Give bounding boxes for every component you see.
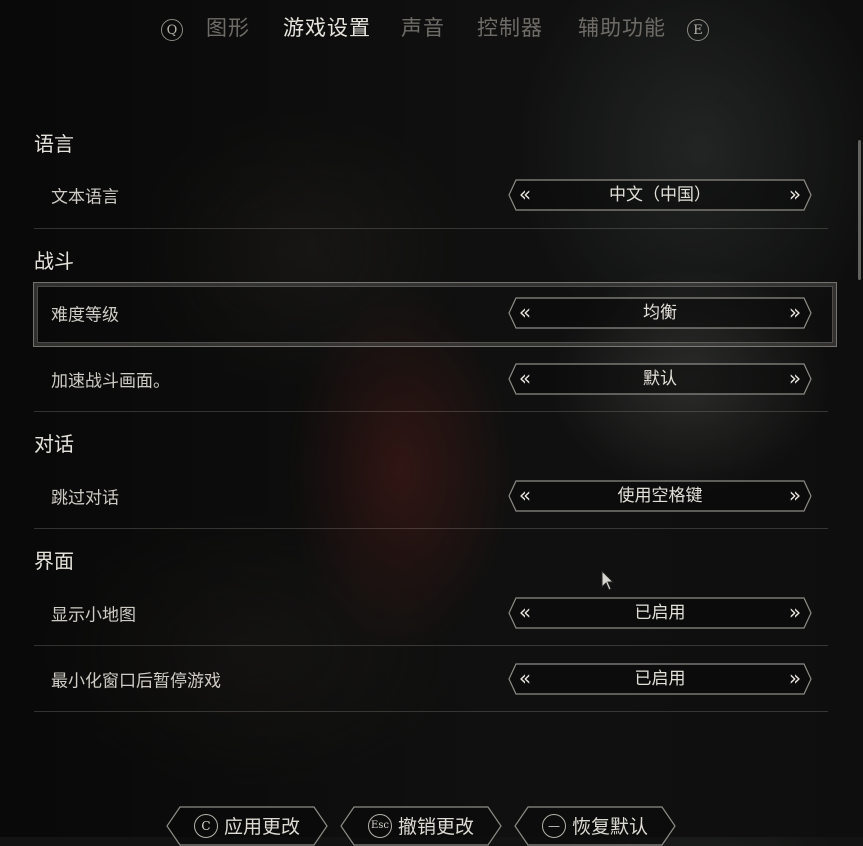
section-title-dialogue: 对话 [34, 432, 74, 456]
chevron-left-icon[interactable]: « [510, 297, 540, 329]
setting-label: 加速战斗画面。 [51, 371, 170, 392]
divider [34, 228, 828, 229]
pause-on-minimize-selector[interactable]: « 已启用 » [508, 663, 812, 695]
chevron-right-icon[interactable]: » [780, 363, 810, 395]
selector-value: 中文（中国） [609, 185, 711, 205]
tab-accessibility[interactable]: 辅助功能 [578, 12, 666, 42]
text-language-selector[interactable]: « 中文（中国） » [508, 179, 812, 211]
chevron-left-icon[interactable]: « [510, 480, 540, 512]
tab-graphics[interactable]: 图形 [206, 12, 250, 42]
combat-speed-selector[interactable]: « 默认 » [508, 363, 812, 395]
chevron-left-icon[interactable]: « [510, 363, 540, 395]
selector-value: 已启用 [634, 669, 686, 689]
setting-label: 难度等级 [51, 305, 119, 326]
minimap-selector[interactable]: « 已启用 » [508, 597, 812, 629]
divider [34, 411, 828, 412]
setting-label: 跳过对话 [51, 488, 119, 509]
settings-tab-bar: Q 图形 游戏设置 声音 控制器 辅助功能 E [0, 0, 863, 56]
setting-label: 最小化窗口后暂停游戏 [51, 671, 221, 692]
divider [34, 711, 828, 712]
minus-key-icon: — [541, 813, 566, 838]
setting-row-show-minimap[interactable]: 显示小地图 « 已启用 » [34, 580, 828, 646]
reset-defaults-label: 恢复默认 [571, 816, 648, 838]
esc-key-icon: Esc [367, 813, 392, 838]
tab-game-settings[interactable]: 游戏设置 [283, 12, 371, 42]
skip-dialogue-selector[interactable]: « 使用空格键 » [508, 480, 812, 512]
section-title-interface: 界面 [34, 549, 74, 573]
selector-value: 均衡 [643, 303, 677, 323]
revert-changes-button[interactable]: Esc 撤销更改 [340, 806, 502, 846]
selector-value: 使用空格键 [617, 486, 703, 506]
chevron-right-icon[interactable]: » [780, 297, 810, 329]
chevron-left-icon[interactable]: « [510, 179, 540, 211]
scrollbar[interactable] [858, 140, 861, 280]
chevron-right-icon[interactable]: » [780, 597, 810, 629]
revert-changes-label: 撤销更改 [397, 816, 474, 838]
apply-changes-label: 应用更改 [223, 816, 300, 838]
setting-row-text-language[interactable]: 文本语言 « 中文（中国） » [34, 162, 828, 228]
selector-value: 默认 [643, 369, 677, 389]
next-tab-key-icon[interactable]: E [687, 19, 709, 41]
tab-sound[interactable]: 声音 [401, 12, 445, 42]
setting-row-speed-up-combat[interactable]: 加速战斗画面。 « 默认 » [34, 346, 828, 412]
section-title-combat: 战斗 [34, 249, 74, 273]
prev-tab-key-icon[interactable]: Q [161, 19, 183, 41]
section-title-language: 语言 [34, 132, 74, 156]
setting-label: 文本语言 [51, 187, 119, 208]
difficulty-selector[interactable]: « 均衡 » [508, 297, 812, 329]
chevron-right-icon[interactable]: » [780, 179, 810, 211]
mouse-cursor-icon [601, 570, 615, 591]
chevron-left-icon[interactable]: « [510, 597, 540, 629]
tab-controller[interactable]: 控制器 [477, 12, 543, 42]
selector-value: 已启用 [634, 603, 686, 623]
chevron-left-icon[interactable]: « [510, 663, 540, 695]
chevron-right-icon[interactable]: » [780, 480, 810, 512]
c-key-icon: C [193, 813, 218, 838]
reset-defaults-button[interactable]: — 恢复默认 [514, 806, 676, 846]
chevron-right-icon[interactable]: » [780, 663, 810, 695]
setting-row-pause-on-minimize[interactable]: 最小化窗口后暂停游戏 « 已启用 » [34, 646, 828, 712]
setting-row-skip-dialogue[interactable]: 跳过对话 « 使用空格键 » [34, 463, 828, 529]
apply-changes-button[interactable]: C 应用更改 [166, 806, 328, 846]
divider [34, 528, 828, 529]
setting-label: 显示小地图 [51, 605, 136, 626]
setting-row-difficulty[interactable]: 难度等级 « 均衡 » [34, 280, 828, 346]
